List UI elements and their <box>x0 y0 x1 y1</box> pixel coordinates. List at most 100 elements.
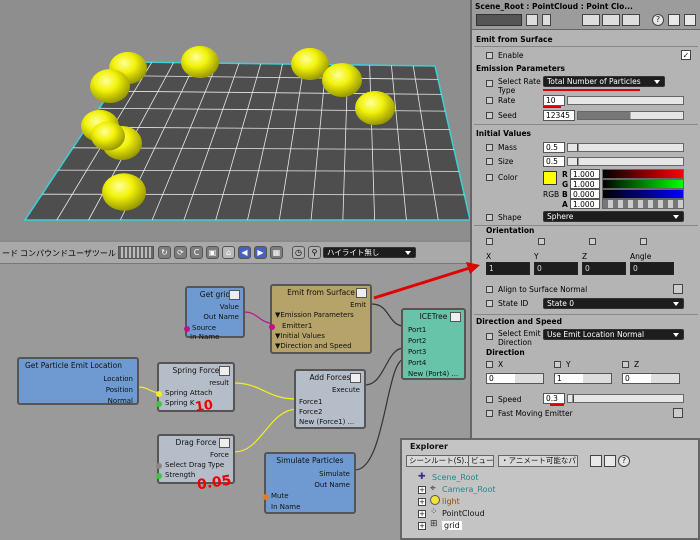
panel-slider[interactable] <box>476 14 522 26</box>
direction-field[interactable]: 0 <box>486 373 544 384</box>
panel-recycle-icon[interactable] <box>582 14 600 26</box>
pin-icon[interactable] <box>684 14 696 26</box>
section-direction-speed[interactable]: Direction and Speed <box>476 317 562 326</box>
speed-anim-icon[interactable] <box>486 396 493 403</box>
tree-item-scene-root[interactable]: Scene_Root <box>432 473 479 482</box>
direction-anim-icon[interactable] <box>554 361 561 368</box>
port-emit[interactable]: Emit <box>350 301 366 310</box>
section-emission-parameters[interactable]: Emission Parameters <box>476 64 565 73</box>
select-rate-type-dropdown[interactable]: Total Number of Particles <box>543 76 665 87</box>
tree-expander[interactable]: + <box>418 510 426 518</box>
explorer-panel[interactable]: Explorer シーンルート(S)... ビュー・ ・アニメート可能なパラ・ … <box>400 438 700 540</box>
port-mute[interactable]: Mute <box>271 492 289 501</box>
port-position[interactable]: Position <box>106 386 133 395</box>
port-execute[interactable]: Execute <box>332 386 360 395</box>
port-new-port[interactable]: New (Port4) ... <box>408 370 458 379</box>
direction-field[interactable]: 1 <box>554 373 612 384</box>
port-pin[interactable] <box>263 494 269 500</box>
port-spring-attach[interactable]: Spring Attach <box>165 389 213 398</box>
port-new-force[interactable]: New (Force1) ... <box>299 418 354 427</box>
node-icetree[interactable]: ICETree Port1 Port2 Port3 Port4 New (Por… <box>401 308 466 380</box>
node-get-particle-emit-location[interactable]: Get Particle Emit Location Location Posi… <box>17 357 139 405</box>
node-get-grid[interactable]: Get grid Value Out Name Source <box>184 286 245 338</box>
port-pin[interactable] <box>156 391 162 397</box>
channel-slider[interactable] <box>602 179 684 189</box>
size-anim-icon[interactable] <box>486 158 493 165</box>
direction-field[interactable]: 0 <box>622 373 680 384</box>
panel-save-icon[interactable] <box>622 14 640 26</box>
port-simulate[interactable]: Simulate <box>319 470 350 479</box>
direction-anim-icon[interactable] <box>486 361 493 368</box>
section-emit-from-surface[interactable]: Emit from Surface <box>476 35 553 44</box>
seed-field[interactable]: 12345 <box>543 110 575 121</box>
fast-moving-checkbox[interactable] <box>673 408 683 418</box>
explorer-lock-icon[interactable] <box>590 455 602 467</box>
port-port4[interactable]: Port4 <box>408 359 426 368</box>
channel-field[interactable]: 0.000 <box>570 189 600 199</box>
port-emitter1[interactable]: Emitter1 <box>282 322 312 331</box>
tree-item-pointcloud[interactable]: PointCloud <box>442 509 485 518</box>
port-out-name[interactable]: Out Name <box>203 313 239 322</box>
port-pin[interactable] <box>156 401 162 407</box>
port-in-name[interactable]: In Name <box>190 333 219 342</box>
animatable-params-menu[interactable]: ・アニメート可能なパラ・ <box>498 455 578 467</box>
mass-field[interactable]: 0.5 <box>543 142 565 153</box>
size-slider[interactable] <box>567 157 684 166</box>
node-expand-button[interactable] <box>229 290 240 300</box>
node-emit-from-surface[interactable]: Emit from Surface Emit ▼Emission Paramet… <box>269 284 372 354</box>
port-emission-parameters[interactable]: ▼Emission Parameters <box>275 311 354 320</box>
align-anim-icon[interactable] <box>486 286 493 293</box>
channel-field[interactable]: 1.000 <box>570 169 600 179</box>
node-simulate-particles[interactable]: Simulate Particles Simulate Out Name Mut… <box>263 452 356 514</box>
port-pin[interactable] <box>269 324 275 330</box>
color-swatch[interactable] <box>543 171 557 185</box>
orientation-field[interactable]: 0 <box>534 262 578 275</box>
node-expand-button[interactable] <box>350 373 361 383</box>
view-menu[interactable]: ビュー・ <box>468 455 494 467</box>
port-value[interactable]: Value <box>220 303 239 312</box>
emit-direction-anim-icon[interactable] <box>486 333 493 340</box>
port-out-name[interactable]: Out Name <box>314 481 350 490</box>
node-add-forces[interactable]: Add Forces Execute Force1 Force2 New (Fo… <box>294 369 366 429</box>
viewport-3d[interactable] <box>0 0 470 240</box>
lock-icon[interactable] <box>668 14 680 26</box>
tree-item-light[interactable]: light <box>442 497 460 506</box>
node-expand-button[interactable] <box>219 438 230 448</box>
orientation-field[interactable]: 1 <box>486 262 530 275</box>
align-checkbox[interactable] <box>673 284 683 294</box>
port-force[interactable]: Force <box>210 451 229 460</box>
explorer-refresh-icon[interactable] <box>604 455 616 467</box>
rate-field[interactable]: 10 <box>543 95 565 106</box>
orientation-anim-icon[interactable] <box>486 238 493 245</box>
port-initial-values[interactable]: ▼Initial Values <box>275 332 325 341</box>
port-select-drag-type[interactable]: Select Drag Type <box>165 461 224 470</box>
orientation-field[interactable]: 0 <box>630 262 674 275</box>
fast-moving-anim-icon[interactable] <box>486 410 493 417</box>
orientation-anim-icon[interactable] <box>640 238 647 245</box>
rate-slider[interactable] <box>567 96 684 105</box>
port-pin[interactable] <box>156 473 162 479</box>
section-initial-values[interactable]: Initial Values <box>476 129 531 138</box>
shape-dropdown[interactable]: Sphere <box>543 211 684 222</box>
port-force1[interactable]: Force1 <box>299 398 322 407</box>
channel-slider[interactable] <box>602 199 684 209</box>
size-field[interactable]: 0.5 <box>543 156 565 167</box>
rgb-label[interactable]: RGB <box>543 190 559 199</box>
seed-anim-icon[interactable] <box>486 112 493 119</box>
tree-item-grid[interactable]: grid <box>442 521 462 530</box>
port-port1[interactable]: Port1 <box>408 326 426 335</box>
orientation-field[interactable]: 0 <box>582 262 626 275</box>
panel-prev-icon[interactable] <box>542 14 551 26</box>
channel-field[interactable]: 1.000 <box>570 199 600 209</box>
help-icon[interactable]: ? <box>652 14 664 26</box>
node-expand-button[interactable] <box>356 288 367 298</box>
port-normal[interactable]: Normal <box>108 397 133 406</box>
rate-anim-icon[interactable] <box>486 97 493 104</box>
tree-expander[interactable]: + <box>418 486 426 494</box>
section-orientation[interactable]: Orientation <box>486 226 534 235</box>
shape-anim-icon[interactable] <box>486 214 493 221</box>
channel-field[interactable]: 1.000 <box>570 179 600 189</box>
mass-anim-icon[interactable] <box>486 144 493 151</box>
port-strength[interactable]: Strength <box>165 471 195 480</box>
node-expand-button[interactable] <box>450 312 461 322</box>
